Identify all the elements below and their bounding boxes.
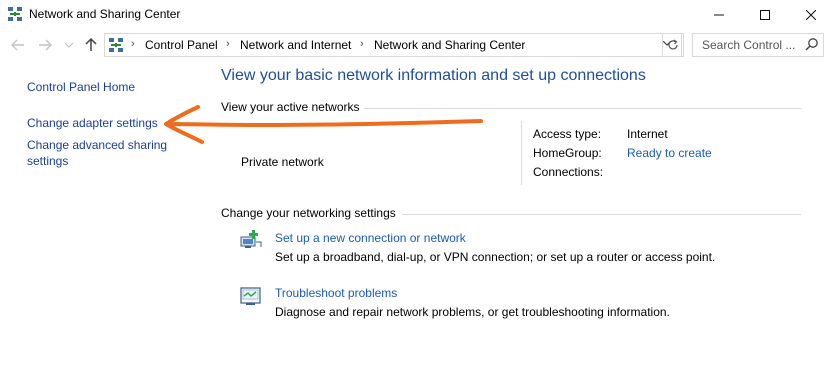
back-button[interactable]: [9, 33, 27, 57]
close-icon: [806, 10, 816, 20]
address-bar[interactable]: › Control Panel › Network and Internet ›…: [104, 33, 682, 57]
breadcrumb-separator-icon[interactable]: ›: [360, 38, 364, 50]
back-arrow-icon: [11, 39, 24, 51]
change-advanced-sharing-settings-link[interactable]: Change advanced sharing settings: [27, 137, 167, 169]
network-center-icon: [8, 7, 22, 21]
search-box[interactable]: [692, 33, 824, 57]
chevron-down-icon: [65, 42, 73, 48]
control-panel-icon: [109, 38, 123, 52]
navigation-bar: › Control Panel › Network and Internet ›…: [0, 33, 834, 57]
breadcrumb-control-panel[interactable]: Control Panel: [145, 38, 218, 52]
up-button[interactable]: [82, 33, 100, 57]
search-input[interactable]: [693, 34, 803, 56]
link-line[interactable]: Change advanced sharing: [27, 137, 167, 153]
access-type-value: Internet: [627, 127, 668, 141]
breadcrumb-network-and-sharing-center[interactable]: Network and Sharing Center: [374, 38, 525, 52]
up-arrow-icon: [85, 38, 97, 51]
setup-connection-description: Set up a broadband, dial-up, or VPN conn…: [275, 250, 716, 264]
network-name: Private network: [241, 155, 324, 169]
close-button[interactable]: [788, 0, 834, 30]
breadcrumb-network-and-internet[interactable]: Network and Internet: [240, 38, 351, 52]
forward-button[interactable]: [36, 33, 54, 57]
breadcrumb-separator-icon[interactable]: ›: [226, 38, 230, 50]
access-type-label: Access type:: [533, 127, 602, 141]
new-connection-icon: [240, 230, 262, 248]
recent-locations-button[interactable]: [62, 33, 76, 57]
refresh-icon: [668, 39, 678, 50]
homegroup-label: HomeGroup:: [533, 146, 602, 160]
troubleshoot-icon: [240, 287, 261, 305]
connections-label: Connections:: [533, 165, 604, 179]
refresh-button[interactable]: [662, 33, 684, 57]
page-title: View your basic network information and …: [221, 67, 646, 84]
minimize-icon: [714, 14, 724, 16]
active-networks-header: View your active networks: [221, 100, 360, 114]
breadcrumb-separator-icon[interactable]: ›: [131, 38, 135, 50]
maximize-icon: [760, 10, 770, 20]
forward-arrow-icon: [39, 39, 52, 51]
troubleshoot-link[interactable]: Troubleshoot problems: [275, 286, 397, 300]
divider: [364, 108, 801, 109]
troubleshoot-description: Diagnose and repair network problems, or…: [275, 305, 670, 319]
maximize-button[interactable]: [742, 0, 788, 30]
setup-connection-link[interactable]: Set up a new connection or network: [275, 231, 466, 245]
control-panel-home-link[interactable]: Control Panel Home: [27, 79, 135, 95]
title-bar: Network and Sharing Center: [0, 0, 834, 30]
search-icon[interactable]: [805, 37, 819, 51]
divider: [402, 214, 801, 215]
change-adapter-settings-link[interactable]: Change adapter settings: [27, 115, 158, 131]
window-title: Network and Sharing Center: [29, 7, 181, 21]
change-settings-header: Change your networking settings: [221, 206, 396, 220]
divider: [521, 121, 522, 185]
homegroup-link[interactable]: Ready to create: [627, 146, 712, 160]
link-line[interactable]: settings: [27, 153, 167, 169]
minimize-button[interactable]: [696, 0, 742, 30]
